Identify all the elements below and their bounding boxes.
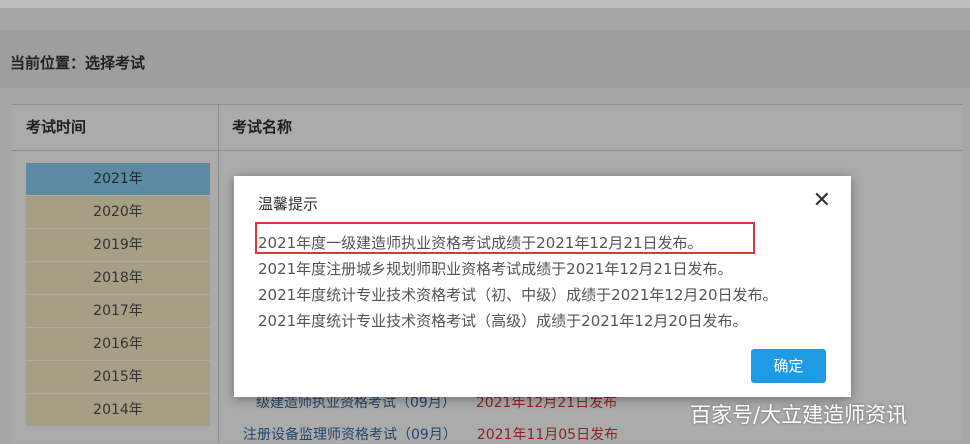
exam-row[interactable]: 注册设备监理师资格考试（09月） 2021年11月05日发布: [243, 424, 618, 444]
exam-date: 2021年12月21日发布: [475, 395, 618, 411]
year-item-2021[interactable]: 2021年: [26, 163, 210, 195]
column-header-name: 考试名称: [232, 118, 293, 136]
year-item-2016[interactable]: 2016年: [26, 328, 210, 360]
breadcrumb: 当前位置：选择考试: [10, 54, 146, 72]
close-icon[interactable]: ✕: [813, 190, 831, 212]
exam-name-link[interactable]: 级建造师执业资格考试（09月）: [256, 395, 456, 411]
header-divider: [12, 150, 962, 151]
notice-line: 2021年度统计专业技术资格考试（高级）成绩于2021年12月20日发布。: [258, 312, 748, 330]
exam-name-link[interactable]: 注册设备监理师资格考试（09月）: [243, 427, 457, 443]
year-item-2020[interactable]: 2020年: [26, 196, 210, 228]
year-item-2018[interactable]: 2018年: [26, 262, 210, 294]
notice-line: 2021年度统计专业技术资格考试（初、中级）成绩于2021年12月20日发布。: [258, 286, 778, 304]
column-divider: [218, 104, 219, 442]
top-band: [0, 0, 970, 8]
notice-line: 2021年度注册城乡规划师职业资格考试成绩于2021年12月21日发布。: [258, 260, 733, 278]
year-list: 2021年 2020年 2019年 2018年 2017年 2016年 2015…: [26, 163, 210, 427]
column-header-time: 考试时间: [26, 118, 87, 136]
year-item-2014[interactable]: 2014年: [26, 394, 210, 426]
notice-dialog: 温馨提示 ✕ 2021年度一级建造师执业资格考试成绩于2021年12月21日发布…: [234, 176, 851, 397]
year-item-2015[interactable]: 2015年: [26, 361, 210, 393]
exam-date: 2021年11月05日发布: [476, 427, 619, 443]
dialog-title: 温馨提示: [258, 195, 319, 213]
watermark: 百家号/大立建造师资讯: [690, 403, 908, 427]
confirm-button[interactable]: 确定: [751, 349, 826, 383]
location-bar: [0, 30, 970, 88]
highlight-box: [255, 222, 755, 254]
year-item-2017[interactable]: 2017年: [26, 295, 210, 327]
year-item-2019[interactable]: 2019年: [26, 229, 210, 261]
